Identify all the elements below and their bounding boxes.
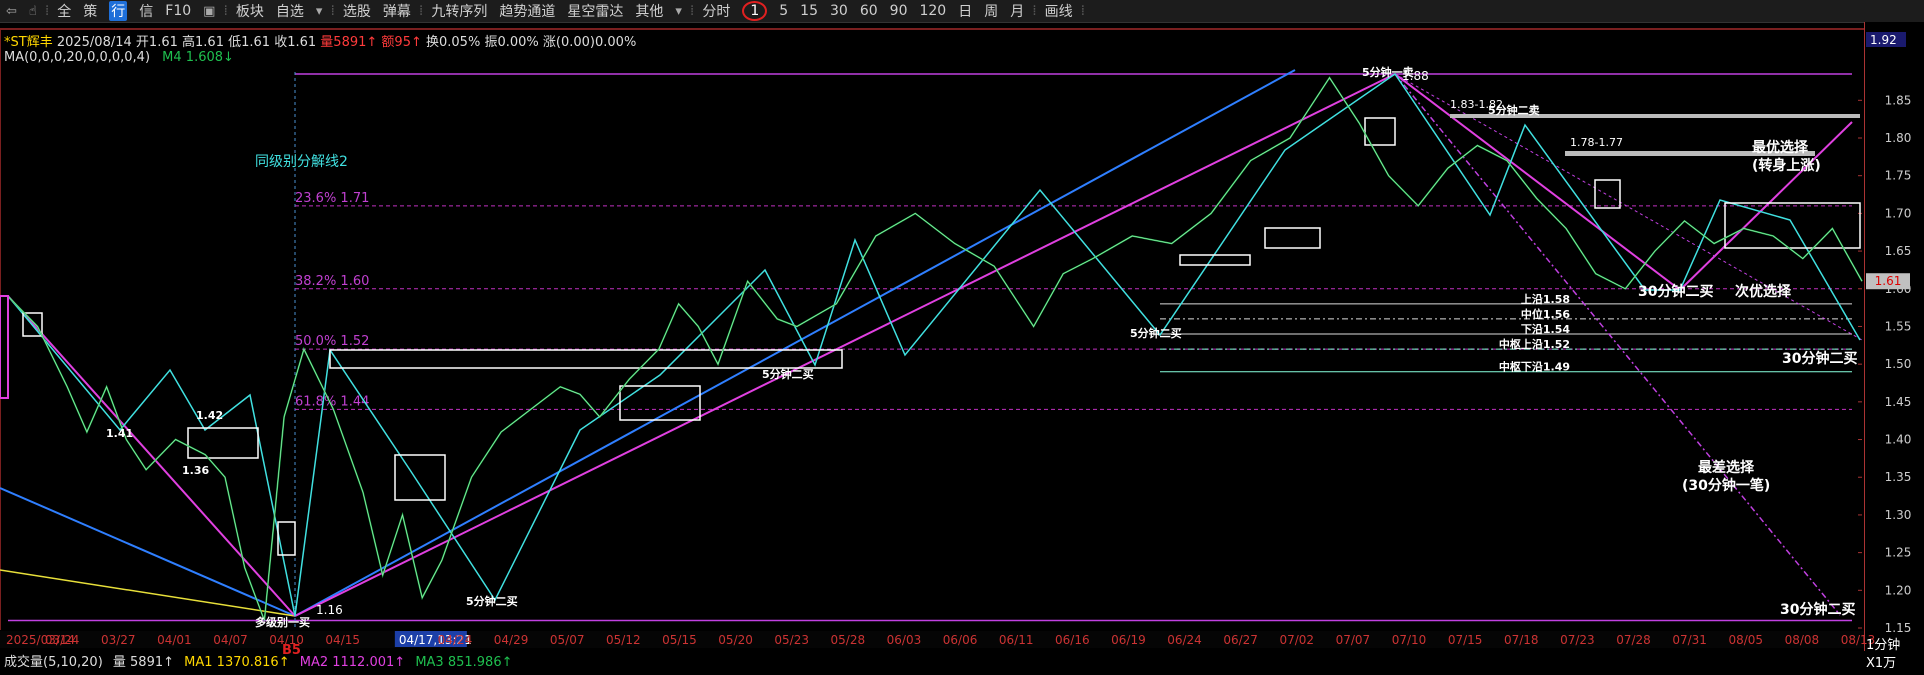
x-tick-label: 05/12 <box>606 633 641 647</box>
x-tick-label: 08/05 <box>1728 633 1763 647</box>
fib-level-label: 50.0% 1.52 <box>295 334 369 349</box>
annotation-30m-buy2: 30分钟二买 <box>1782 350 1857 367</box>
pivot-box <box>394 454 446 501</box>
x-tick-label: 03/27 <box>101 633 136 647</box>
y-tick-label: 1.50 <box>1885 357 1912 371</box>
annotation-fenjie: 同级别分解线2 <box>255 154 348 170</box>
zone-label: 中枢上沿1.52 <box>1499 337 1570 351</box>
x-tick-label: 06/16 <box>1055 633 1090 647</box>
zone-label: 中枢下沿1.49 <box>1499 360 1570 374</box>
annotation-141: 1.41 <box>106 427 133 440</box>
pivot-box <box>1264 227 1321 249</box>
volume-ma3: MA3 851.986↑ <box>415 655 513 670</box>
y-tick-label: 1.35 <box>1885 470 1912 484</box>
x-tick-label: 03/24 <box>45 633 80 647</box>
annotation-5m-buy2: 5分钟二买 <box>1130 326 1182 340</box>
x-tick-label: 07/02 <box>1279 633 1314 647</box>
period-label[interactable]: 1分钟 <box>1866 634 1900 653</box>
price-chart[interactable]: 1.921.851.801.751.701.651.601.551.501.45… <box>0 0 1924 675</box>
annotation-range2: 1.78-1.77 <box>1570 136 1623 149</box>
x-tick-label: 05/23 <box>774 633 809 647</box>
annotation-low: 1.16 <box>316 603 343 617</box>
trend-line-magenta-left <box>7 295 296 617</box>
annotation-30m-buy2: 30分钟二买 <box>1780 601 1855 618</box>
x-tick-label: 06/06 <box>943 633 978 647</box>
projection-line-dotted <box>1394 73 1863 341</box>
x-tick-label: 07/15 <box>1448 633 1483 647</box>
x-tick-label: 07/28 <box>1616 633 1651 647</box>
annotation-best2: (转身上涨) <box>1752 157 1821 174</box>
pivot-box <box>277 521 296 556</box>
pivot-box <box>1179 254 1251 266</box>
annotation-best1: 最优选择 <box>1752 139 1809 156</box>
annotation-142: 1.42 <box>196 409 223 422</box>
x-tick-label: 06/24 <box>1167 633 1202 647</box>
zone-label: 中位1.56 <box>1521 307 1570 321</box>
x-tick-label: 04/29 <box>494 633 529 647</box>
zone-label: 上沿1.58 <box>1521 292 1570 306</box>
annotation-136: 1.36 <box>182 464 209 477</box>
x-tick-label: 07/31 <box>1672 633 1707 647</box>
annotation-5m-buy2: 5分钟二买 <box>466 594 518 608</box>
y-tick-label: 1.40 <box>1885 433 1912 447</box>
y-tick-label: 1.70 <box>1885 206 1912 220</box>
volume-ma1: MA1 1370.816↑ <box>184 655 290 670</box>
x-tick-label: 07/10 <box>1392 633 1427 647</box>
volume-value: 量 5891↑ <box>112 655 175 670</box>
annotation-30m-buy2: 30分钟二买 <box>1638 283 1713 300</box>
x-tick-label: 05/20 <box>718 633 753 647</box>
x-tick-label: 07/18 <box>1504 633 1539 647</box>
y-tick-label: 1.80 <box>1885 131 1912 145</box>
trend-line-yellow <box>0 569 296 617</box>
trend-line-blue-left <box>0 487 296 617</box>
annotation-worst2: (30分钟一笔) <box>1682 477 1770 494</box>
fib-level-label: 38.2% 1.60 <box>295 274 369 289</box>
scale-label: X1万 <box>1866 656 1897 671</box>
x-tick-label: 07/07 <box>1336 633 1371 647</box>
y-tick-label: 1.15 <box>1885 621 1912 635</box>
x-tick-label: 06/19 <box>1111 633 1146 647</box>
pivot-box <box>1594 179 1621 209</box>
x-tick-label: 06/03 <box>887 633 922 647</box>
annotation-188: 1.88 <box>1402 69 1429 83</box>
zone-label: 下沿1.54 <box>1521 322 1570 336</box>
y-tick-label: 1.75 <box>1885 169 1912 183</box>
y-tick-label: 1.30 <box>1885 508 1912 522</box>
annotation-second-choice: 次优选择 <box>1735 283 1792 300</box>
current-price-label: 1.61 <box>1875 274 1902 288</box>
x-tick-label: 06/27 <box>1223 633 1258 647</box>
y-tick-label: 1.85 <box>1885 93 1912 107</box>
x-tick-label: 05/15 <box>662 633 697 647</box>
volume-params: 成交量(5,10,20) <box>4 655 103 670</box>
x-tick-label: 04/01 <box>157 633 192 647</box>
pivot-box <box>187 427 259 459</box>
annotation-5m-buy2: 5分钟二买 <box>762 367 814 381</box>
left-marker <box>0 295 9 399</box>
annotation-multi-buy1: 多级别一买 <box>255 615 310 629</box>
fib-level-label: 23.6% 1.71 <box>295 191 369 206</box>
x-tick-label: 07/23 <box>1560 633 1595 647</box>
annotation-5m-sell2: 5分钟二卖 <box>1488 103 1540 117</box>
top-frame-line <box>0 28 1864 30</box>
y-tick-label: 1.45 <box>1885 395 1912 409</box>
x-tick-label: 08/08 <box>1785 633 1820 647</box>
trend-line-magenta <box>294 73 1396 617</box>
y-tick-label: 1.65 <box>1885 244 1912 258</box>
y-tick-label: 1.92 <box>1870 33 1897 47</box>
x-tick-label: 04/15 <box>325 633 360 647</box>
x-tick-label: 04/24 <box>438 633 473 647</box>
trend-line-blue <box>294 69 1296 617</box>
x-tick-label: 06/11 <box>999 633 1034 647</box>
x-tick-label: 05/07 <box>550 633 585 647</box>
pivot-box <box>619 385 701 421</box>
y-tick-label: 1.20 <box>1885 583 1912 597</box>
annotation-worst1: 最差选择 <box>1698 459 1755 476</box>
volume-ma2: MA2 1112.001↑ <box>299 655 406 670</box>
volume-indicator-bar: 成交量(5,10,20) 量 5891↑ MA1 1370.816↑ MA2 1… <box>4 651 512 670</box>
y-tick-label: 1.25 <box>1885 546 1912 560</box>
y-tick-label: 1.55 <box>1885 319 1912 333</box>
x-tick-label: 04/07 <box>213 633 248 647</box>
x-tick-label: 05/28 <box>831 633 866 647</box>
